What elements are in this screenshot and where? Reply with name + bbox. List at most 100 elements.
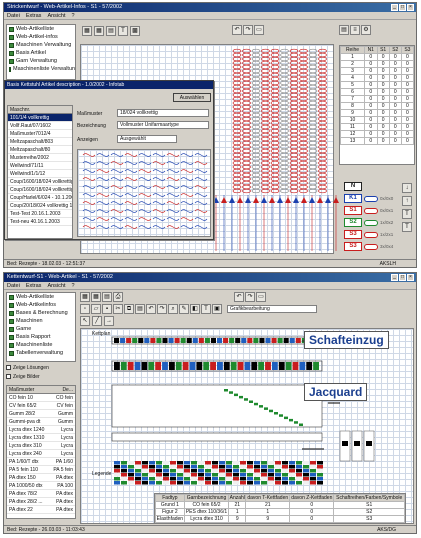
yarn-swatch-button[interactable]: S2: [344, 218, 362, 227]
sidebar-item[interactable]: Garne: [7, 325, 75, 333]
table-row[interactable]: 60000: [340, 88, 415, 96]
cursor-icon[interactable]: ↖: [80, 316, 90, 326]
legend-row[interactable]: S1 0x/0x1: [344, 205, 406, 217]
sidebar-item[interactable]: Maschinenliste: [7, 341, 75, 349]
table-row[interactable]: Grund 1 CO fein 65/2 21 21 0 S1: [155, 501, 405, 509]
list-item[interactable]: PA dtex 28/2 ... PA dtex: [7, 498, 75, 506]
sidebar-item[interactable]: Bases & Berechnung: [7, 309, 75, 317]
table-icon[interactable]: ▤: [102, 292, 112, 302]
list-item[interactable]: Coup/20/18/024 vollkrettig 16: [8, 202, 72, 210]
bezeichnung-field[interactable]: Vollmuster Unifarmaartype: [117, 121, 209, 129]
legend-row[interactable]: S3 1x/2x1: [344, 229, 406, 241]
new-icon[interactable]: ▫: [80, 304, 90, 314]
list-item[interactable]: Gummi-pva dt Gumm: [7, 418, 75, 426]
zoom-icon[interactable]: ⌕: [168, 304, 178, 314]
menu-help[interactable]: ?: [71, 12, 74, 19]
yarn-swatch-button[interactable]: S3: [344, 230, 362, 239]
table-row[interactable]: 30000: [340, 67, 415, 75]
list-item[interactable]: PA dtex 78/2 PA dtex: [7, 490, 75, 498]
undo-icon[interactable]: ↶: [146, 304, 156, 314]
massmuster-field[interactable]: 18/024 vollkrettig: [117, 109, 209, 117]
table-row[interactable]: 80000: [340, 102, 415, 110]
fill-icon[interactable]: ◧: [190, 304, 200, 314]
list-item[interactable]: Test-Test 20.16.1.2003: [8, 210, 72, 218]
undo-icon[interactable]: ↶: [234, 292, 244, 302]
paste-icon[interactable]: ▤: [135, 304, 145, 314]
menu-extras[interactable]: Extras: [26, 282, 42, 289]
list-item[interactable]: Maßmuster7012/4: [8, 130, 72, 138]
yarn-swatch-button[interactable]: S1: [344, 206, 362, 215]
checkbox-zeige-bilder[interactable]: Zeige Bilder: [6, 373, 76, 382]
select-icon[interactable]: ▭: [256, 292, 266, 302]
cut-icon[interactable]: ✂: [113, 304, 123, 314]
list-item[interactable]: PA dtex 22 PA dtex: [7, 506, 75, 514]
list-item[interactable]: PA 1/60/T dtx PA 1/60: [7, 458, 75, 466]
save-icon[interactable]: ▪: [102, 304, 112, 314]
pencil-icon[interactable]: ✎: [179, 304, 189, 314]
list-item[interactable]: Gumm 28/2 Gumm: [7, 410, 75, 418]
list-item[interactable]: Lycra dtex 1240 Lycra: [7, 426, 75, 434]
yarn-swatch-button[interactable]: S3: [344, 242, 362, 251]
menu-datei[interactable]: Datei: [7, 12, 20, 19]
menu-help[interactable]: ?: [71, 282, 74, 289]
list-item[interactable]: Test-neu 40.16.1.2003: [8, 218, 72, 226]
list-item[interactable]: Lycra dtex 310 Lycra: [7, 442, 75, 450]
minimize-button[interactable]: _: [391, 4, 398, 11]
graphics-mode-field[interactable]: Grafikbearbeitung: [227, 305, 317, 313]
sidebar-item-basis-artikel[interactable]: Basis Artikel: [7, 49, 75, 57]
sidebar-item[interactable]: Web-Artikelinfos: [7, 301, 75, 309]
copy-icon[interactable]: ⧉: [124, 304, 134, 314]
legend-row[interactable]: K1 0x/0x0: [344, 193, 406, 205]
table-row[interactable]: 20000: [340, 60, 415, 68]
list-item[interactable]: 101/1/4 vollkrettig: [8, 114, 72, 122]
arrow-up-icon[interactable]: ↑: [402, 196, 412, 206]
yarn-swatch-button[interactable]: N: [344, 182, 362, 191]
sidebar-item[interactable]: Basis Rapport: [7, 333, 75, 341]
text-icon[interactable]: T: [118, 26, 128, 36]
grid-icon[interactable]: ▦: [80, 292, 90, 302]
yarn-swatch-button[interactable]: K1: [344, 194, 362, 203]
anzeigen-select[interactable]: Ausgewählt: [117, 135, 177, 143]
table-row[interactable]: 90000: [340, 109, 415, 117]
table-icon[interactable]: ▤: [339, 25, 349, 35]
list-item[interactable]: Meltzapaschalt/803: [8, 138, 72, 146]
table-row[interactable]: 70000: [340, 95, 415, 103]
table-row[interactable]: 50000: [340, 81, 415, 89]
grid-icon[interactable]: ▦: [94, 26, 104, 36]
undo-icon[interactable]: ↶: [232, 25, 242, 35]
table-row[interactable]: 40000: [340, 74, 415, 82]
table-row[interactable]: 13 0 0 0 0: [340, 137, 415, 145]
list-item[interactable]: PA 5 fein 110 PA 5 fein: [7, 466, 75, 474]
list-item[interactable]: Coup/Harlel/6/024 - 10.1.2003: [8, 194, 72, 202]
menu-extras[interactable]: Extras: [26, 12, 42, 19]
table-row[interactable]: 10000: [340, 53, 415, 61]
list-item[interactable]: PA 1000/50 dtx PA 100: [7, 482, 75, 490]
maximize-button[interactable]: □: [399, 4, 406, 11]
list-item[interactable]: Wellwind/71/11: [8, 162, 72, 170]
menu-ansicht[interactable]: Ansicht: [47, 12, 65, 19]
checkbox-zeige-loesungen[interactable]: Zeige Lösungen: [6, 364, 76, 373]
sidebar-item-garn-verwaltung[interactable]: Garn Verwaltung: [7, 57, 75, 65]
pattern-icon[interactable]: ▩: [130, 26, 140, 36]
image-icon[interactable]: ▣: [212, 304, 222, 314]
redo-icon[interactable]: ↷: [245, 292, 255, 302]
print-icon[interactable]: ⎙: [113, 292, 123, 302]
list-icon[interactable]: ≡: [350, 25, 360, 35]
table-row[interactable]: 12 0 0 0 0: [340, 130, 415, 138]
settings-icon[interactable]: ⚙: [361, 25, 371, 35]
line-icon[interactable]: ╱: [92, 316, 102, 326]
legend-row[interactable]: S2 1x/0x2: [344, 217, 406, 229]
list-item[interactable]: Coup/1600/18/024 vollkrettig: [8, 178, 72, 186]
close-button[interactable]: ×: [407, 274, 414, 281]
text-icon[interactable]: T: [402, 209, 412, 219]
arrow-down-icon[interactable]: ↓: [402, 183, 412, 193]
grid-icon[interactable]: ▦: [82, 26, 92, 36]
redo-icon[interactable]: ↷: [157, 304, 167, 314]
menu-datei[interactable]: Datei: [7, 282, 20, 289]
list-item[interactable]: Vollf.Raut/07/1602: [8, 122, 72, 130]
list-item[interactable]: Musterreihe/2002: [8, 154, 72, 162]
sidebar-item[interactable]: Maschinen: [7, 317, 75, 325]
sidebar-item[interactable]: Web-Artikelliste: [7, 293, 75, 301]
grid-icon[interactable]: ▦: [91, 292, 101, 302]
table-row[interactable]: Elasthfaden Lycra dtex 310 9 9 0 S3: [155, 515, 405, 523]
